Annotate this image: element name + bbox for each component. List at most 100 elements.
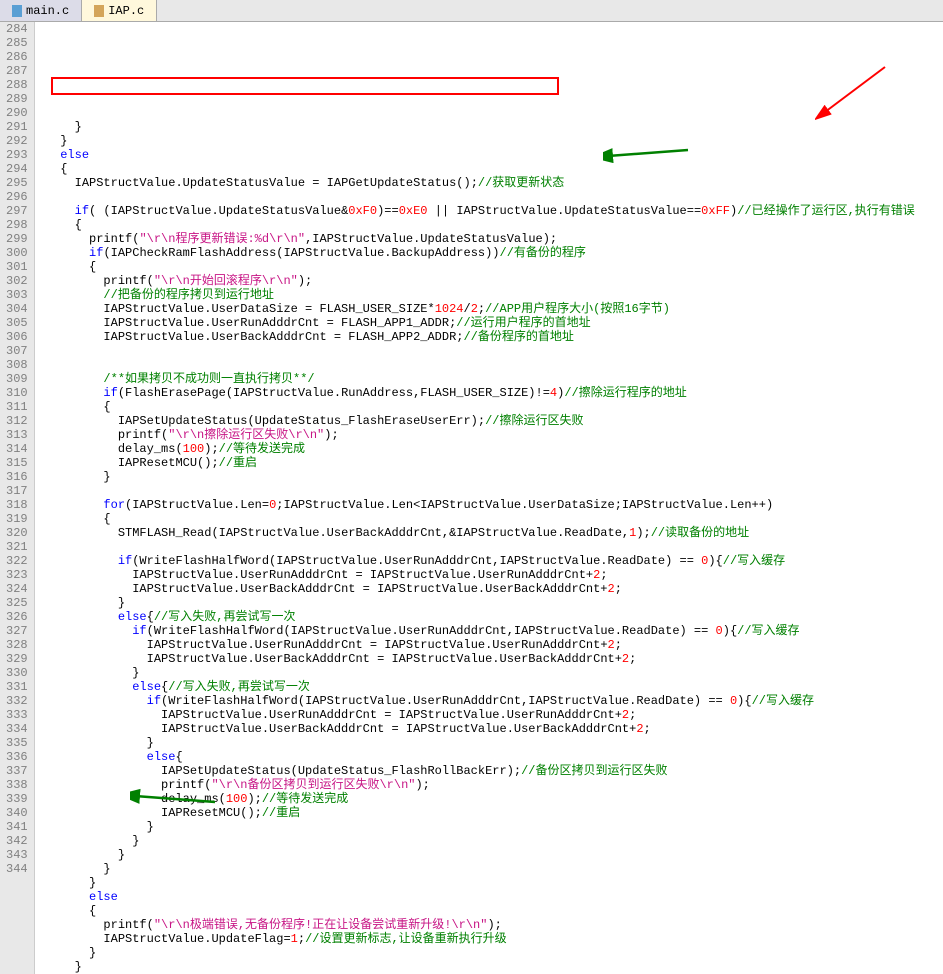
code-line[interactable]: } <box>39 736 915 750</box>
line-number: 337 <box>6 764 28 778</box>
tab-main-c[interactable]: main.c <box>0 0 82 21</box>
line-number: 327 <box>6 624 28 638</box>
line-number: 328 <box>6 638 28 652</box>
line-number-gutter: 2842852862872882892902912922932942952962… <box>0 22 35 974</box>
line-number: 301 <box>6 260 28 274</box>
code-line[interactable]: } <box>39 862 915 876</box>
code-line[interactable]: IAPStructValue.UserRunAdddrCnt = IAPStru… <box>39 708 915 722</box>
code-line[interactable]: } <box>39 834 915 848</box>
code-line[interactable]: } <box>39 946 915 960</box>
code-line[interactable]: if( (IAPStructValue.UpdateStatusValue&0x… <box>39 204 915 218</box>
code-line[interactable] <box>39 190 915 204</box>
code-line[interactable]: IAPResetMCU();//重启 <box>39 806 915 820</box>
code-line[interactable]: } <box>39 134 915 148</box>
code-line[interactable]: } <box>39 120 915 134</box>
code-line[interactable]: else{//写入失败,再尝试写一次 <box>39 680 915 694</box>
code-line[interactable]: IAPSetUpdateStatus(UpdateStatus_FlashRol… <box>39 764 915 778</box>
line-number: 334 <box>6 722 28 736</box>
code-area[interactable]: } } else { IAPStructValue.UpdateStatusVa… <box>35 22 915 974</box>
code-line[interactable]: { <box>39 162 915 176</box>
code-line[interactable]: if(WriteFlashHalfWord(IAPStructValue.Use… <box>39 554 915 568</box>
file-icon <box>12 5 22 17</box>
line-number: 313 <box>6 428 28 442</box>
line-number: 318 <box>6 498 28 512</box>
line-number: 285 <box>6 36 28 50</box>
code-line[interactable]: printf("\r\n备份区拷贝到运行区失败\r\n"); <box>39 778 915 792</box>
code-line[interactable]: { <box>39 260 915 274</box>
code-line[interactable]: if(IAPCheckRamFlashAddress(IAPStructValu… <box>39 246 915 260</box>
line-number: 306 <box>6 330 28 344</box>
code-line[interactable]: } <box>39 596 915 610</box>
code-line[interactable]: IAPStructValue.UserBackAdddrCnt = IAPStr… <box>39 722 915 736</box>
code-line[interactable]: IAPResetMCU();//重启 <box>39 456 915 470</box>
code-line[interactable]: IAPStructValue.UserRunAdddrCnt = IAPStru… <box>39 568 915 582</box>
line-number: 324 <box>6 582 28 596</box>
code-line[interactable]: /**如果拷贝不成功则一直执行拷贝**/ <box>39 372 915 386</box>
code-line[interactable] <box>39 344 915 358</box>
line-number: 288 <box>6 78 28 92</box>
code-line[interactable]: else <box>39 890 915 904</box>
code-line[interactable]: IAPStructValue.UpdateStatusValue = IAPGe… <box>39 176 915 190</box>
code-line[interactable]: } <box>39 470 915 484</box>
code-line[interactable]: IAPStructValue.UserRunAdddrCnt = FLASH_A… <box>39 316 915 330</box>
code-line[interactable]: if(WriteFlashHalfWord(IAPStructValue.Use… <box>39 694 915 708</box>
line-number: 289 <box>6 92 28 106</box>
code-line[interactable]: IAPStructValue.UserDataSize = FLASH_USER… <box>39 302 915 316</box>
code-line[interactable]: IAPSetUpdateStatus(UpdateStatus_FlashEra… <box>39 414 915 428</box>
code-editor[interactable]: 2842852862872882892902912922932942952962… <box>0 22 943 974</box>
code-line[interactable]: IAPStructValue.UserBackAdddrCnt = IAPStr… <box>39 652 915 666</box>
code-line[interactable]: printf("\r\n开始回滚程序\r\n"); <box>39 274 915 288</box>
tab-iap-c[interactable]: IAP.c <box>82 0 157 21</box>
code-line[interactable]: } <box>39 848 915 862</box>
line-number: 326 <box>6 610 28 624</box>
line-number: 332 <box>6 694 28 708</box>
line-number: 323 <box>6 568 28 582</box>
line-number: 309 <box>6 372 28 386</box>
code-line[interactable]: { <box>39 512 915 526</box>
code-line[interactable]: delay_ms(100);//等待发送完成 <box>39 792 915 806</box>
line-number: 308 <box>6 358 28 372</box>
code-line[interactable]: for(IAPStructValue.Len=0;IAPStructValue.… <box>39 498 915 512</box>
line-number: 322 <box>6 554 28 568</box>
tab-bar: main.c IAP.c <box>0 0 943 22</box>
line-number: 284 <box>6 22 28 36</box>
line-number: 321 <box>6 540 28 554</box>
code-line[interactable]: else{//写入失败,再尝试写一次 <box>39 610 915 624</box>
line-number: 292 <box>6 134 28 148</box>
code-line[interactable]: STMFLASH_Read(IAPStructValue.UserBackAdd… <box>39 526 915 540</box>
code-line[interactable]: } <box>39 820 915 834</box>
line-number: 317 <box>6 484 28 498</box>
code-line[interactable]: delay_ms(100);//等待发送完成 <box>39 442 915 456</box>
line-number: 299 <box>6 232 28 246</box>
code-line[interactable]: printf("\r\n擦除运行区失败\r\n"); <box>39 428 915 442</box>
code-line[interactable]: IAPStructValue.UpdateFlag=1;//设置更新标志,让设备… <box>39 932 915 946</box>
code-line[interactable]: { <box>39 218 915 232</box>
tab-label: IAP.c <box>108 4 144 18</box>
code-line[interactable]: printf("\r\n极端错误,无备份程序!正在让设备尝试重新升级!\r\n"… <box>39 918 915 932</box>
code-line[interactable] <box>39 484 915 498</box>
code-line[interactable]: else <box>39 148 915 162</box>
highlight-box <box>51 77 559 95</box>
line-number: 340 <box>6 806 28 820</box>
code-line[interactable] <box>39 358 915 372</box>
code-line[interactable] <box>39 540 915 554</box>
code-line[interactable]: IAPStructValue.UserBackAdddrCnt = IAPStr… <box>39 582 915 596</box>
line-number: 295 <box>6 176 28 190</box>
code-line[interactable]: //把备份的程序拷贝到运行地址 <box>39 288 915 302</box>
code-line[interactable]: } <box>39 876 915 890</box>
code-line[interactable]: IAPStructValue.UserBackAdddrCnt = FLASH_… <box>39 330 915 344</box>
line-number: 343 <box>6 848 28 862</box>
code-line[interactable]: { <box>39 904 915 918</box>
code-line[interactable]: if(WriteFlashHalfWord(IAPStructValue.Use… <box>39 624 915 638</box>
code-line[interactable]: } <box>39 666 915 680</box>
code-line[interactable]: } <box>39 960 915 974</box>
line-number: 320 <box>6 526 28 540</box>
code-line[interactable]: printf("\r\n程序更新错误:%d\r\n",IAPStructValu… <box>39 232 915 246</box>
code-line[interactable]: { <box>39 400 915 414</box>
line-number: 338 <box>6 778 28 792</box>
code-line[interactable]: IAPStructValue.UserRunAdddrCnt = IAPStru… <box>39 638 915 652</box>
code-line[interactable]: else{ <box>39 750 915 764</box>
line-number: 336 <box>6 750 28 764</box>
file-icon <box>94 5 104 17</box>
code-line[interactable]: if(FlashErasePage(IAPStructValue.RunAddr… <box>39 386 915 400</box>
